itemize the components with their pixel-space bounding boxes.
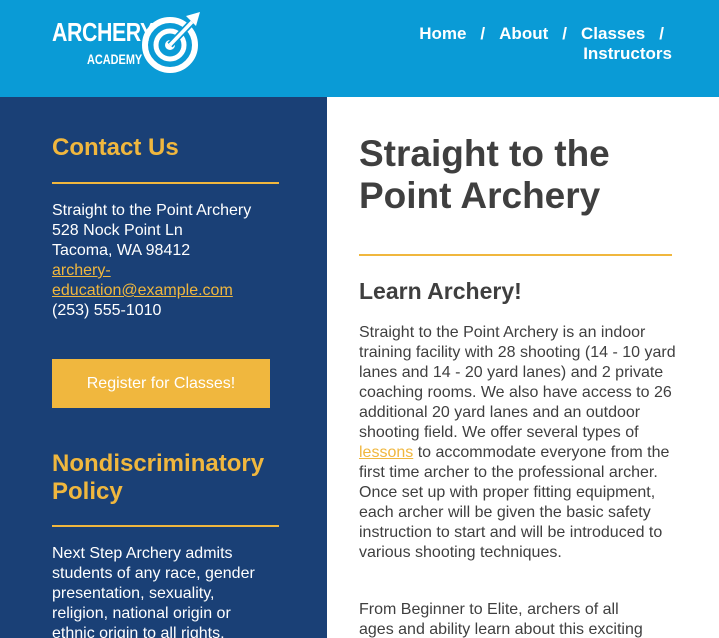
site-logo[interactable]: ARCHERY ACADEMY (52, 9, 212, 79)
policy-line: Next Step Archery admits (52, 545, 233, 562)
nav-separator: / (562, 24, 567, 43)
second-paragraph-line: From Beginner to Elite, archers of all (359, 601, 619, 618)
city-state-zip: Tacoma, WA 98412 (52, 242, 191, 259)
street-address: 528 Nock Point Ln (52, 222, 183, 239)
page-title: Straight to the Point Archery (359, 133, 689, 217)
policy-heading-line1: Nondiscriminatory (52, 450, 265, 477)
policy-line: ethnic origin to all rights, (52, 625, 225, 638)
contact-divider (52, 182, 279, 184)
email-link-part2: education@example.com (52, 282, 233, 299)
intro-paragraph: Straight to the Point Archery is an indo… (359, 323, 677, 563)
nav-separator: / (480, 24, 486, 43)
title-divider (359, 254, 672, 256)
logo-wordmark-academy: ACADEMY (87, 51, 143, 67)
site-header: ARCHERY ACADEMY Home / About / Classes / Inst… (0, 0, 719, 97)
section-heading: Learn Archery! (359, 278, 522, 304)
second-paragraph: From Beginner to Elite, archers of all a… (359, 600, 677, 638)
page-title-line1: Straight to the (359, 133, 610, 174)
lessons-link[interactable]: lessons (359, 444, 413, 461)
logo-wordmark-archery: ARCHERY (52, 17, 154, 47)
contact-heading: Contact Us (52, 134, 179, 161)
nav-link-about[interactable]: About (499, 24, 548, 43)
policy-text: Next Step Archery admits students of any… (52, 544, 282, 638)
nav-row: Home / About / Classes / (419, 24, 672, 44)
nav-row: Instructors (583, 44, 672, 64)
policy-heading-line2: Policy (52, 478, 123, 505)
business-name: Straight to the Point Archery (52, 202, 252, 219)
page-title-line2: Point Archery (359, 175, 601, 216)
contact-address: Straight to the Point Archery 528 Nock P… (52, 201, 282, 321)
policy-line: religion, national origin or (52, 605, 231, 622)
policy-divider (52, 525, 279, 527)
second-paragraph-line: ages and ability learn about this exciti… (359, 621, 643, 638)
nav-link-instructors[interactable]: Instructors (583, 44, 672, 63)
intro-text-before-link: Straight to the Point Archery is an indo… (359, 324, 676, 441)
email-link-part1: archery- (52, 262, 111, 279)
main-content: Straight to the Point Archery Learn Arch… (327, 97, 719, 638)
target-arrow-icon (142, 12, 200, 73)
phone-number: (253) 555-1010 (52, 302, 162, 319)
nav-link-classes[interactable]: Classes (581, 24, 645, 43)
intro-text-after-link: to accommodate everyone from the first t… (359, 444, 670, 561)
policy-line: presentation, sexuality, (52, 585, 215, 602)
nav-link-home[interactable]: Home (419, 24, 466, 43)
sidebar: Contact Us Straight to the Point Archery… (0, 97, 327, 638)
email-link[interactable]: archery-education@example.com (52, 262, 233, 299)
nav-separator: / (659, 24, 664, 43)
register-button[interactable]: Register for Classes! (52, 359, 270, 408)
policy-heading: Nondiscriminatory Policy (52, 450, 264, 506)
policy-line: students of any race, gender (52, 565, 255, 582)
